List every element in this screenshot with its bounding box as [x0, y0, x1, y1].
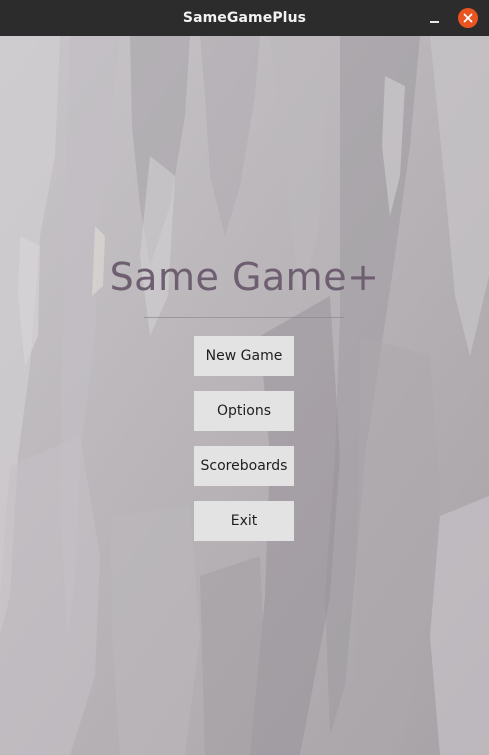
minimize-icon[interactable] [424, 8, 444, 28]
new-game-button[interactable]: New Game [194, 336, 294, 376]
close-icon[interactable] [458, 8, 478, 28]
app-window: SameGamePlus Same Game+ New Game Options… [0, 0, 489, 755]
window-title: SameGamePlus [182, 10, 307, 26]
main-content: Same Game+ New Game Options Scoreboards … [0, 36, 489, 755]
title-divider [144, 317, 344, 318]
scoreboards-button[interactable]: Scoreboards [194, 446, 294, 486]
options-button[interactable]: Options [194, 391, 294, 431]
title-bar[interactable]: SameGamePlus [0, 0, 489, 36]
exit-button[interactable]: Exit [194, 501, 294, 541]
game-title: Same Game+ [109, 255, 380, 299]
